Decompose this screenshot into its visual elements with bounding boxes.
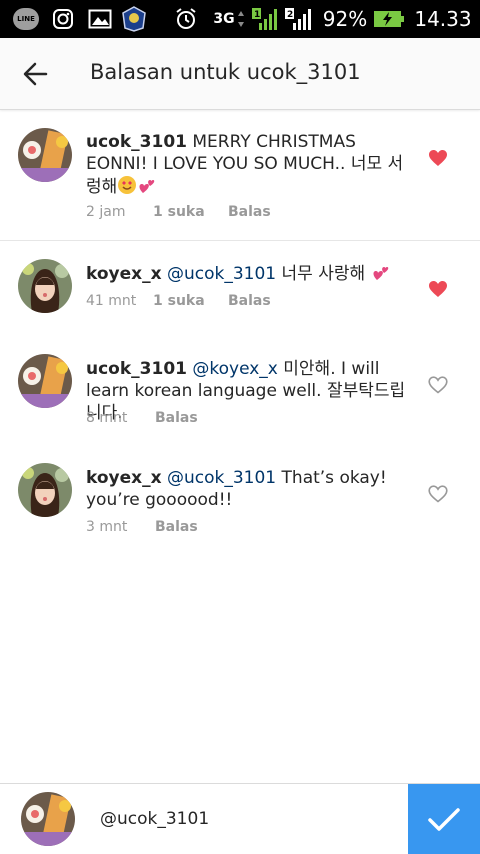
comment-meta: 2 jam 1 suka Balas xyxy=(86,204,271,220)
heart-outline-icon xyxy=(428,376,448,394)
avatar[interactable] xyxy=(18,259,72,313)
network-type-text: 3G xyxy=(213,11,235,27)
like-button[interactable] xyxy=(426,374,450,396)
alarm-icon xyxy=(172,6,200,32)
comment-text: koyex_x @ucok_3101 너무 사랑해 xyxy=(86,262,406,288)
checkmark-icon xyxy=(428,807,460,831)
two-hearts-emoji xyxy=(137,175,157,201)
comment-meta: 3 mnt Balas xyxy=(86,519,198,535)
user-avatar-image xyxy=(18,128,72,182)
emblem-icon xyxy=(120,6,148,32)
comment-input[interactable] xyxy=(100,802,390,836)
svg-text:2: 2 xyxy=(287,10,293,20)
smiling-face-with-hearts-emoji xyxy=(117,175,137,201)
comment-meta: 8 mnt Balas xyxy=(86,410,198,426)
like-button[interactable] xyxy=(426,278,450,300)
arrow-left-icon xyxy=(23,62,48,86)
back-button[interactable] xyxy=(14,54,56,94)
comment-message: 너무 사랑해 xyxy=(281,264,366,284)
user-avatar-image xyxy=(18,463,72,517)
instagram-icon xyxy=(50,6,76,32)
app-header: Balasan untuk ucok_3101 xyxy=(0,38,480,110)
comment-meta: 41 mnt 1 suka Balas xyxy=(86,293,271,309)
heart-filled-icon xyxy=(429,150,447,166)
clock: 14.33 xyxy=(414,7,472,31)
comment-likes-link[interactable]: 1 suka xyxy=(153,204,228,220)
comment-mention-link[interactable]: @koyex_x xyxy=(192,359,277,379)
comment-username[interactable]: ucok_3101 xyxy=(86,359,187,379)
reply-link[interactable]: Balas xyxy=(228,293,271,309)
signal-sim2-icon: 2 xyxy=(283,6,313,32)
comment-mention-link[interactable]: @ucok_3101 xyxy=(167,264,276,284)
comment-username[interactable]: koyex_x xyxy=(86,264,162,284)
reply-comment: ucok_3101 @koyex_x 미안해. I will learn kor… xyxy=(0,342,480,452)
gallery-icon xyxy=(86,6,114,32)
comment-composer xyxy=(0,783,480,854)
comment-time: 3 mnt xyxy=(86,519,128,535)
two-hearts-emoji xyxy=(371,262,391,288)
battery-charging-icon xyxy=(372,6,406,32)
original-comment: ucok_3101 MERRY CHRISTMAS EONNI! I LOVE … xyxy=(0,111,480,241)
reply-link[interactable]: Balas xyxy=(155,519,198,535)
comment-mention-link[interactable]: @ucok_3101 xyxy=(167,468,276,488)
send-button[interactable] xyxy=(408,784,480,854)
reply-comment: koyex_x @ucok_3101 That’s okay! you’re g… xyxy=(0,452,480,562)
svg-text:1: 1 xyxy=(254,10,260,20)
avatar[interactable] xyxy=(18,463,72,517)
line-app-icon: LINE xyxy=(12,6,40,32)
avatar[interactable] xyxy=(18,354,72,408)
status-bar: LINE 3G 1 2 92% 14.33 xyxy=(0,0,480,38)
reply-link[interactable]: Balas xyxy=(155,410,198,426)
comment-text: ucok_3101 MERRY CHRISTMAS EONNI! I LOVE … xyxy=(86,131,406,201)
reply-link[interactable]: Balas xyxy=(228,204,271,220)
comment-time: 2 jam xyxy=(86,204,126,220)
current-user-avatar xyxy=(21,792,75,846)
user-avatar-image xyxy=(18,259,72,313)
reply-comment: koyex_x @ucok_3101 너무 사랑해 41 mnt 1 suka … xyxy=(0,242,480,342)
comment-time: 8 mnt xyxy=(86,410,128,426)
comment-time: 41 mnt xyxy=(86,293,137,309)
page-title: Balasan untuk ucok_3101 xyxy=(90,60,361,84)
user-avatar-image xyxy=(21,792,75,846)
avatar[interactable] xyxy=(18,128,72,182)
comment-text: koyex_x @ucok_3101 That’s okay! you’re g… xyxy=(86,467,406,511)
heart-outline-icon xyxy=(428,485,448,503)
like-button[interactable] xyxy=(426,483,450,505)
user-avatar-image xyxy=(18,354,72,408)
signal-sim1-icon: 1 xyxy=(250,6,278,32)
heart-filled-icon xyxy=(429,281,447,297)
battery-percent: 92% xyxy=(322,7,368,31)
comment-username[interactable]: koyex_x xyxy=(86,468,162,488)
network-type-label: 3G xyxy=(211,6,247,32)
comment-username[interactable]: ucok_3101 xyxy=(86,132,187,152)
like-button[interactable] xyxy=(426,147,450,169)
line-label: LINE xyxy=(13,8,39,30)
comment-likes-link[interactable]: 1 suka xyxy=(153,293,228,309)
